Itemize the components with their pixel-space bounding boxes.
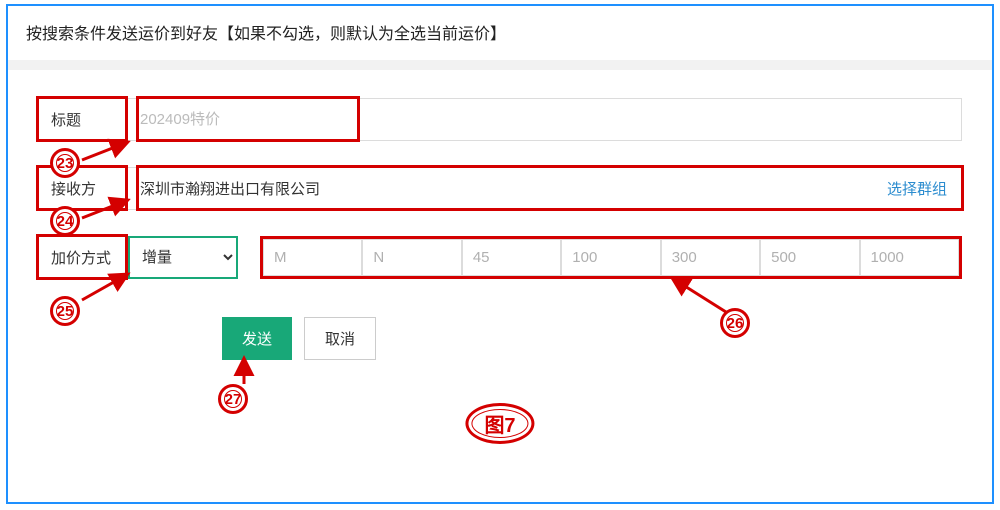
receiver-wrapper: 选择群组: [128, 167, 962, 210]
title-label: 标题: [38, 98, 128, 141]
markup-row: 加价方式 增量 M N 45 100 300 500 1000: [38, 236, 962, 279]
receiver-row: 接收方 选择群组: [38, 167, 962, 210]
separator: [8, 60, 992, 70]
title-input[interactable]: [128, 98, 962, 141]
tier-grid: M N 45 100 300 500 1000: [260, 236, 962, 279]
annotation-bubble-24: 24: [50, 206, 80, 236]
form-area: 标题 接收方 选择群组 加价方式 增量 M N 45: [8, 70, 992, 400]
markup-label: 加价方式: [38, 236, 128, 279]
tier-cell[interactable]: N: [362, 239, 461, 276]
annotation-bubble-25: 25: [50, 296, 80, 326]
tier-cell[interactable]: 1000: [860, 239, 959, 276]
dialog-frame: 按搜索条件发送运价到好友【如果不勾选，则默认为全选当前运价】 标题 接收方 选择…: [6, 4, 994, 504]
title-row: 标题: [38, 98, 962, 141]
send-button[interactable]: 发送: [222, 317, 292, 360]
figure-caption: 图7: [465, 403, 534, 444]
receiver-input[interactable]: [128, 168, 873, 209]
select-group-link[interactable]: 选择群组: [873, 168, 961, 209]
markup-select[interactable]: 增量: [128, 236, 238, 279]
receiver-label: 接收方: [38, 167, 128, 210]
tier-cell[interactable]: M: [263, 239, 362, 276]
tier-cell[interactable]: 300: [661, 239, 760, 276]
annotation-bubble-27: 27: [218, 384, 248, 414]
dialog-header: 按搜索条件发送运价到好友【如果不勾选，则默认为全选当前运价】: [8, 6, 992, 60]
annotation-bubble-26: 26: [720, 308, 750, 338]
annotation-bubble-23: 23: [50, 148, 80, 178]
tier-cell[interactable]: 500: [760, 239, 859, 276]
tier-cell[interactable]: 45: [462, 239, 561, 276]
button-row: 发送 取消: [38, 317, 962, 360]
tier-cell[interactable]: 100: [561, 239, 660, 276]
cancel-button[interactable]: 取消: [304, 317, 376, 360]
